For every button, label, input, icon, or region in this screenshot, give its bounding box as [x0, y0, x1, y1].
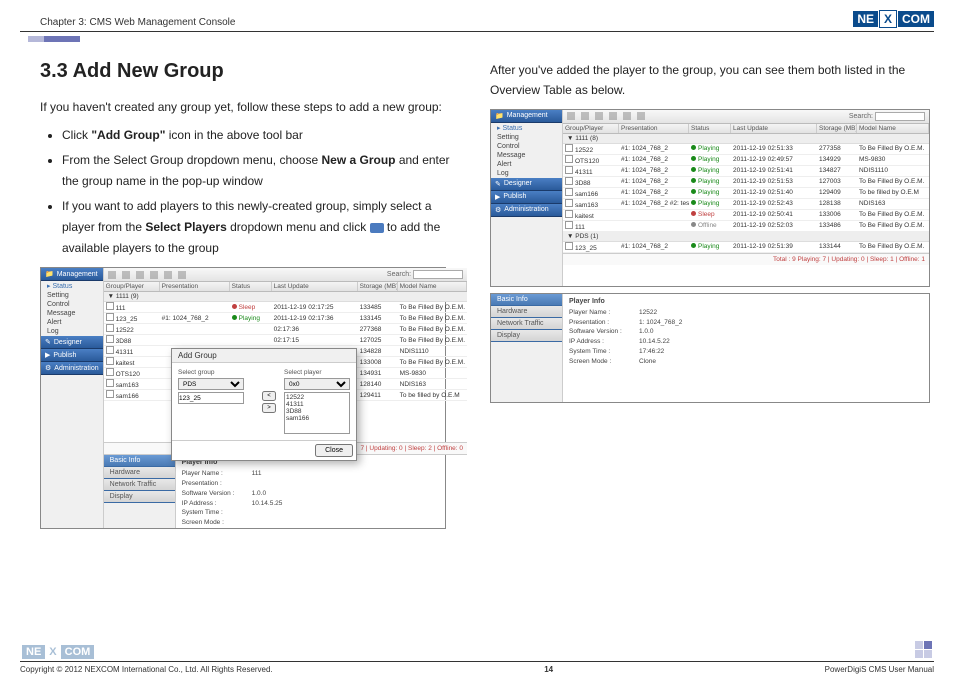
- delete-icon[interactable]: [609, 112, 617, 120]
- sidebar-publish[interactable]: ▶Publish: [41, 349, 103, 362]
- accent-stripe: [28, 36, 80, 42]
- sidebar-setting[interactable]: Setting: [41, 291, 103, 300]
- sidebar-management[interactable]: 📁Management: [41, 268, 103, 281]
- toolbar: Search:: [104, 268, 467, 282]
- table-header: Group/PlayerPresentationStatusLast Updat…: [104, 282, 467, 292]
- copyright: Copyright © 2012 NEXCOM International Co…: [20, 665, 273, 674]
- table-row[interactable]: 41311#1: 1024_768_2Playing2011-12-19 02:…: [563, 166, 929, 177]
- move-right-button[interactable]: >: [262, 403, 276, 413]
- sidebar: 📁Management ▸ Status Setting Control Mes…: [41, 268, 104, 528]
- table-row[interactable]: 111Sleep2011-12-19 02:17:25133485To Be F…: [104, 302, 467, 313]
- table-row[interactable]: OTS120#1: 1024_768_2Playing2011-12-19 02…: [563, 155, 929, 166]
- table-row[interactable]: 3D8802:17:15127025To Be Filled By O.E.M.: [104, 335, 467, 346]
- step-3: If you want to add players to this newly…: [62, 196, 464, 259]
- close-button[interactable]: Close: [315, 444, 353, 457]
- steps-list: Click "Add Group" icon in the above tool…: [40, 125, 464, 259]
- select-group-label: Select group: [178, 369, 254, 376]
- footer-logo: NEXCOM: [22, 642, 94, 660]
- sidebar-admin[interactable]: ⚙Administration: [41, 362, 103, 375]
- select-player[interactable]: 0x0: [284, 378, 350, 390]
- refresh-icon[interactable]: [567, 112, 575, 120]
- page-number: 14: [544, 665, 553, 674]
- sidebar-designer[interactable]: ✎Designer: [41, 336, 103, 349]
- search-input[interactable]: [413, 270, 463, 279]
- table-row[interactable]: 123_25#1: 1024_768_2Playing2011-12-19 02…: [563, 242, 929, 253]
- add-group-icon[interactable]: [122, 271, 130, 279]
- sidebar-alert[interactable]: Alert: [41, 318, 103, 327]
- screenshot-icon[interactable]: [136, 271, 144, 279]
- sidebar2-management[interactable]: 📁Management: [491, 110, 562, 123]
- step-1: Click "Add Group" icon in the above tool…: [62, 125, 464, 146]
- screenshot-icon[interactable]: [595, 112, 603, 120]
- search-label: Search:: [387, 271, 411, 278]
- section-title: 3.3 Add New Group: [40, 60, 464, 83]
- table-row[interactable]: sam163#1: 1024_768_2 #2: testPlaying2011…: [563, 199, 929, 210]
- add-icon: [370, 223, 384, 233]
- table-row[interactable]: 111Offline2011-12-19 02:52:03133486To Be…: [563, 221, 929, 232]
- export-icon[interactable]: [637, 112, 645, 120]
- nexcom-logo: NEXCOM: [853, 10, 934, 28]
- table-row[interactable]: 123_25#1: 1024_768_2Playing2011-12-19 02…: [104, 313, 467, 324]
- refresh-icon[interactable]: [108, 271, 116, 279]
- delete-icon[interactable]: [150, 271, 158, 279]
- player-listbox[interactable]: 12522413113D88sam166: [284, 392, 350, 434]
- grid-icon[interactable]: [164, 271, 172, 279]
- export-icon[interactable]: [178, 271, 186, 279]
- add-group-icon[interactable]: [581, 112, 589, 120]
- group-name-input[interactable]: [178, 392, 244, 404]
- screenshot-player-info: Basic Info Hardware Network Traffic Disp…: [490, 293, 930, 403]
- search-input-2[interactable]: [875, 112, 925, 121]
- select-player-label: Select player: [284, 369, 350, 376]
- sidebar-control[interactable]: Control: [41, 300, 103, 309]
- group-header[interactable]: ▼ 1111 (9): [104, 292, 467, 302]
- screenshot-overview: 📁Management ▸ Status Setting Control Mes…: [490, 109, 930, 287]
- move-left-button[interactable]: <: [262, 391, 276, 401]
- footer-deco: [915, 641, 932, 658]
- select-group[interactable]: PDS: [178, 378, 244, 390]
- right-intro: After you've added the player to the gro…: [490, 60, 930, 101]
- step-2: From the Select Group dropdown menu, cho…: [62, 150, 464, 192]
- popup-title: Add Group: [172, 349, 356, 363]
- manual-name: PowerDigiS CMS User Manual: [825, 665, 934, 674]
- tab-hardware[interactable]: Hardware: [104, 467, 175, 479]
- sidebar-message[interactable]: Message: [41, 309, 103, 318]
- table-row[interactable]: kaitestSleep2011-12-19 02:50:41133006To …: [563, 210, 929, 221]
- chapter-label: Chapter 3: CMS Web Management Console: [40, 17, 235, 28]
- table-row[interactable]: 1252202:17:36277368To Be Filled By O.E.M…: [104, 324, 467, 335]
- sidebar-status[interactable]: ▸ Status: [41, 281, 103, 291]
- table-row[interactable]: 12522#1: 1024_768_2Playing2011-12-19 02:…: [563, 144, 929, 155]
- tab-network[interactable]: Network Traffic: [104, 479, 175, 491]
- add-group-popup: Add Group Select group PDS < > Select pl…: [171, 348, 357, 461]
- table-row[interactable]: sam166#1: 1024_768_2Playing2011-12-19 02…: [563, 188, 929, 199]
- table-row[interactable]: 3D88#1: 1024_768_2Playing2011-12-19 02:5…: [563, 177, 929, 188]
- tab-display[interactable]: Display: [104, 491, 175, 503]
- tab-basic[interactable]: Basic Info: [104, 455, 175, 467]
- intro-paragraph: If you haven't created any group yet, fo…: [40, 97, 464, 117]
- sidebar-log[interactable]: Log: [41, 327, 103, 336]
- grid-icon[interactable]: [623, 112, 631, 120]
- tab-basic-2[interactable]: Basic Info: [491, 294, 562, 306]
- screenshot-add-group: 📁Management ▸ Status Setting Control Mes…: [40, 267, 446, 529]
